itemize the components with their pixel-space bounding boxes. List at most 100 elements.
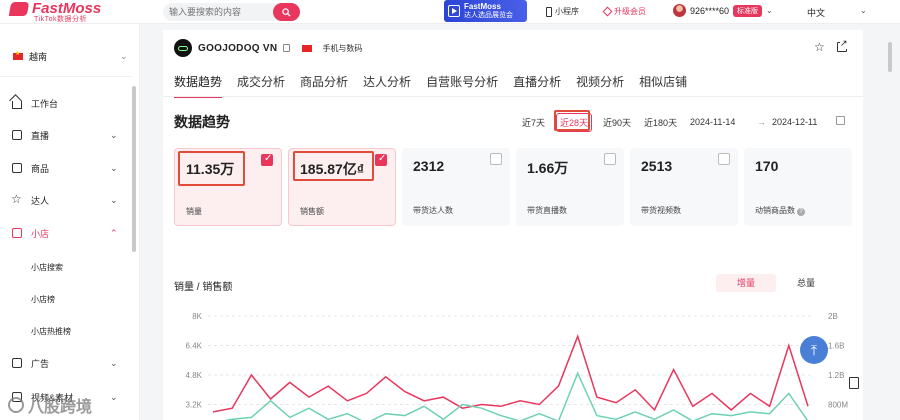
- date-start: 2024-11-14: [690, 117, 736, 127]
- plan-badge: 标准版: [733, 4, 763, 17]
- shop-logo: [174, 39, 192, 57]
- date-end: 2024-12-11: [772, 117, 818, 127]
- upgrade-label: 升级会员: [614, 7, 646, 16]
- external-link-icon[interactable]: [837, 38, 848, 52]
- y-right-tick-label: 1.2B: [828, 371, 844, 380]
- metric-checkbox[interactable]: [375, 153, 387, 166]
- tab-owned-account-analysis[interactable]: 自营账号分析: [426, 73, 498, 98]
- search-icon: [282, 7, 291, 17]
- sidebar-item-shop[interactable]: 小店 ⌃: [0, 222, 132, 244]
- metric-label-text: 动销商品数: [755, 206, 795, 215]
- metric-card-active-products[interactable]: 170 动销商品数?: [744, 148, 852, 226]
- arrow-right-icon: →: [757, 117, 766, 127]
- sidebar-item-products[interactable]: 商品 ⌄: [0, 157, 132, 179]
- metric-label: 销量: [186, 207, 202, 216]
- tab-product-analysis[interactable]: 商品分析: [300, 73, 348, 98]
- annotation-highlight: [293, 151, 374, 181]
- y-left-tick-label: 8K: [192, 312, 202, 321]
- sidebar: 越南 ⌄ 工作台 直播 ⌄ 商品 ⌄ 达人 ⌄ 小店 ⌃ 小店搜索 小店榜 小店…: [0, 24, 140, 420]
- metric-card-influencers[interactable]: 2312 带货达人数: [402, 148, 510, 226]
- star-icon: [11, 192, 22, 206]
- promo-banner[interactable]: FastMoss 达人选品展览会: [444, 0, 527, 22]
- metric-card-live-count[interactable]: 1.66万 带货直播数: [516, 148, 624, 226]
- chevron-down-icon: ⌄: [110, 194, 118, 205]
- user-menu[interactable]: 926****60 标准版 ⌄: [673, 4, 773, 17]
- tab-live-analysis[interactable]: 直播分析: [513, 73, 561, 98]
- series-line-0: [212, 334, 809, 413]
- sidebar-scrollbar[interactable]: [132, 86, 136, 252]
- tab-similar-shops[interactable]: 相似店铺: [639, 73, 687, 98]
- metric-checkbox[interactable]: [604, 153, 616, 165]
- brand-tagline: TikTok数据分析: [34, 16, 87, 23]
- y-left-tick-label: 4.8K: [186, 371, 203, 380]
- promo-subtitle: 达人选品展览会: [464, 12, 513, 19]
- chevron-down-icon[interactable]: ⌄: [860, 6, 867, 15]
- tab-transaction-analysis[interactable]: 成交分析: [237, 73, 285, 98]
- sidebar-item-label: 达人: [31, 195, 50, 206]
- live-icon: [12, 130, 22, 140]
- chevron-down-icon: ⌄: [110, 391, 118, 402]
- vietnam-flag-icon: [302, 44, 313, 52]
- mini-program-link[interactable]: 小程序: [546, 6, 579, 17]
- vietnam-flag-icon: [13, 50, 23, 60]
- chevron-down-icon: ⌄: [120, 50, 128, 61]
- sidebar-item-ads[interactable]: 广告 ⌄: [0, 352, 132, 374]
- sidebar-subitem-shop-rank[interactable]: 小店榜: [31, 294, 55, 305]
- search-input[interactable]: [163, 3, 263, 21]
- sidebar-subitem-shop-search[interactable]: 小店搜索: [31, 262, 63, 273]
- sidebar-item-label: 工作台: [31, 98, 59, 109]
- chevron-down-icon: ⌄: [766, 6, 773, 15]
- metric-label: 带货直播数: [527, 206, 567, 215]
- date-range-picker[interactable]: 2024-11-14 → 2024-12-11: [680, 113, 850, 131]
- period-180d[interactable]: 近180天: [642, 114, 679, 131]
- metric-checkbox[interactable]: [261, 153, 273, 166]
- watermark-logo-icon: [8, 397, 24, 413]
- help-icon[interactable]: ?: [797, 208, 805, 216]
- upgrade-link[interactable]: 升级会员: [602, 6, 646, 17]
- sidebar-item-label: 商品: [31, 163, 50, 174]
- product-icon: [12, 163, 22, 173]
- period-selector: 近7天 近28天 近90天 近180天: [520, 113, 679, 132]
- toggle-increment[interactable]: 增量: [716, 274, 776, 292]
- sidebar-subitem-shop-hot[interactable]: 小店热推榜: [31, 326, 71, 337]
- metric-label: 动销商品数?: [755, 205, 805, 216]
- copy-icon[interactable]: [283, 44, 291, 52]
- logo-mark-icon: [8, 1, 30, 16]
- sidebar-item-label: 直播: [31, 130, 50, 141]
- metric-value: 1.66万: [527, 160, 569, 176]
- annotation-highlight: [178, 151, 245, 186]
- tab-influencer-analysis[interactable]: 达人分析: [363, 73, 411, 98]
- scroll-to-top-button[interactable]: ⤒: [800, 336, 828, 364]
- tab-data-trend[interactable]: 数据趋势: [174, 73, 223, 98]
- document-icon[interactable]: [849, 377, 859, 389]
- chevron-down-icon: ⌄: [110, 162, 118, 173]
- main-panel: GOOJODOQ VN 手机与数码 ☆ 数据趋势 成交分析 商品分析 达人分析 …: [163, 30, 863, 420]
- chevron-down-icon: ⌄: [110, 129, 118, 140]
- shop-name: GOOJODOQ VN: [198, 42, 278, 54]
- language-selector[interactable]: 中文: [807, 6, 825, 19]
- brand-logo[interactable]: FastMoss TikTok数据分析: [8, 1, 101, 24]
- search-box: [163, 3, 300, 21]
- metric-checkbox[interactable]: [718, 153, 730, 165]
- annotation-highlight: [554, 110, 590, 131]
- country-selector[interactable]: 越南 ⌄: [0, 42, 140, 70]
- sidebar-item-workbench[interactable]: 工作台: [0, 92, 132, 114]
- favorite-star-icon[interactable]: ☆: [814, 40, 825, 54]
- chevron-down-icon: ⌄: [110, 357, 118, 368]
- period-90d[interactable]: 近90天: [601, 114, 633, 131]
- tab-video-analysis[interactable]: 视频分析: [576, 73, 624, 98]
- sidebar-item-live[interactable]: 直播 ⌄: [0, 124, 132, 146]
- metric-label: 带货达人数: [413, 206, 453, 215]
- page-scrollbar[interactable]: [888, 42, 892, 72]
- toggle-total[interactable]: 总量: [776, 274, 836, 292]
- metric-label: 带货视频数: [641, 206, 681, 215]
- shop-header: GOOJODOQ VN 手机与数码: [174, 39, 362, 57]
- metric-checkbox[interactable]: [490, 153, 502, 165]
- metric-card-video-count[interactable]: 2513 带货视频数: [630, 148, 738, 226]
- play-icon: [448, 5, 460, 17]
- search-button[interactable]: [273, 3, 300, 21]
- period-7d[interactable]: 近7天: [520, 114, 547, 131]
- sidebar-item-influencers[interactable]: 达人 ⌄: [0, 189, 132, 211]
- metric-value: 2513: [641, 158, 673, 174]
- series-line-1: [224, 371, 809, 420]
